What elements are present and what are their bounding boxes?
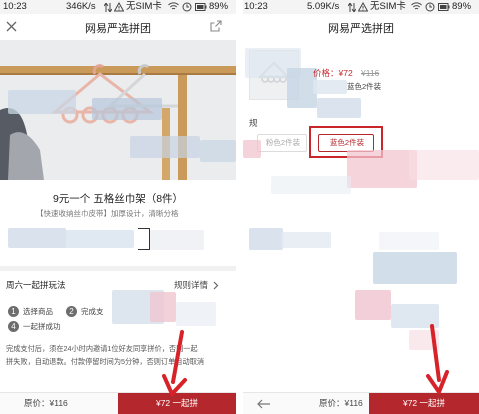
privacy-blur	[150, 292, 176, 322]
arrow-left-icon[interactable]	[257, 399, 271, 409]
product-title: 9元一个 五格丝巾架（8件）	[52, 193, 184, 205]
sim-status: 无SIM卡	[126, 1, 162, 12]
bottom-bar: 原价：¥116 ¥72 一起拼	[0, 392, 236, 414]
data-icon	[348, 3, 356, 12]
battery-percent: 89%	[452, 1, 472, 12]
sku-option-pink[interactable]: 粉色2件装	[257, 134, 307, 152]
status-bar: 10:23 5.09K/s 无SIM卡 89%	[243, 0, 479, 14]
battery-percent: 89%	[209, 1, 229, 12]
privacy-blur	[8, 90, 76, 114]
left-screen: 10:23 346K/s 无SIM卡 89% 网易严选拼团 9元一个 五格丝巾架…	[0, 0, 236, 414]
step-number-icon: 2	[66, 306, 77, 317]
sku-selected-text: 蓝色2件装	[347, 82, 382, 91]
rules-heading: 周六一起拼玩法	[6, 280, 66, 290]
wifi-icon	[168, 2, 179, 11]
sim-status: 无SIM卡	[370, 1, 406, 12]
status-time: 10:23	[244, 1, 268, 12]
sku-original-price: ¥116	[361, 68, 380, 78]
product-subtitle: 【快速收纳丝巾皮带】加厚设计，清晰分格	[36, 209, 179, 218]
share-icon[interactable]	[210, 20, 222, 32]
status-bar: 10:23 346K/s 无SIM卡 89%	[0, 0, 236, 14]
sku-option-label: 粉色2件装	[265, 138, 301, 147]
divider	[0, 266, 236, 271]
clock-icon	[182, 2, 192, 12]
arrow-down-icon	[160, 330, 190, 396]
original-price: 原价：¥116	[24, 398, 68, 408]
status-speed: 346K/s	[66, 1, 96, 12]
privacy-blur	[373, 252, 457, 284]
privacy-blur	[317, 98, 361, 118]
arrow-down-icon	[423, 324, 451, 394]
privacy-blur	[379, 232, 439, 250]
wifi-icon	[411, 2, 422, 11]
privacy-blur	[200, 140, 236, 162]
bottom-bar: 原价：¥116 ¥72 一起拼	[243, 392, 479, 414]
group-buy-label: ¥72 一起拼	[155, 398, 199, 408]
privacy-blur	[409, 150, 479, 180]
group-buy-button[interactable]: ¥72 一起拼	[118, 393, 236, 414]
privacy-blur	[243, 140, 261, 158]
original-price: 原价：¥116	[319, 398, 363, 408]
privacy-blur	[271, 176, 351, 194]
rules-detail-link[interactable]: 规则详情	[174, 280, 208, 291]
step-label: 完成支	[81, 307, 104, 316]
privacy-blur	[92, 98, 162, 120]
sku-option-label: 蓝色2件装	[329, 138, 365, 147]
privacy-blur	[64, 230, 134, 248]
sku-price: 价格：¥72	[313, 68, 353, 78]
battery-icon	[438, 2, 450, 12]
page-title: 网易严选拼团	[85, 23, 151, 35]
clock-icon	[425, 2, 435, 12]
battery-icon	[195, 2, 207, 12]
status-time: 10:23	[3, 1, 27, 12]
privacy-blur	[8, 228, 66, 248]
chevron-right-icon[interactable]	[213, 281, 219, 290]
privacy-blur	[176, 302, 216, 326]
privacy-blur	[355, 290, 391, 320]
warning-icon	[114, 2, 124, 12]
privacy-blur	[150, 230, 204, 250]
step-number-icon: 1	[8, 306, 19, 317]
group-buy-button[interactable]: ¥72 一起拼	[369, 393, 479, 414]
screen-divider	[236, 0, 243, 414]
data-icon	[104, 3, 112, 12]
status-speed: 5.09K/s	[307, 1, 340, 12]
privacy-blur	[313, 80, 347, 94]
warning-icon	[358, 2, 368, 12]
page-title: 网易严选拼团	[328, 23, 394, 35]
sku-spec-label: 规	[249, 118, 258, 128]
header: 网易严选拼团	[243, 14, 479, 40]
step-label: 一起拼成功	[23, 322, 61, 331]
step-number-icon: 4	[8, 321, 19, 332]
privacy-blur	[347, 150, 417, 188]
privacy-blur	[249, 228, 283, 250]
price-box-outline	[138, 228, 150, 250]
privacy-blur	[281, 232, 331, 248]
step-label: 选择商品	[23, 307, 53, 316]
group-buy-label: ¥72 一起拼	[402, 398, 446, 408]
header: 网易严选拼团	[0, 14, 236, 40]
privacy-blur	[130, 136, 200, 158]
right-screen: 10:23 5.09K/s 无SIM卡 89% 网易严选拼团 价格：¥72 ¥1…	[243, 0, 479, 414]
